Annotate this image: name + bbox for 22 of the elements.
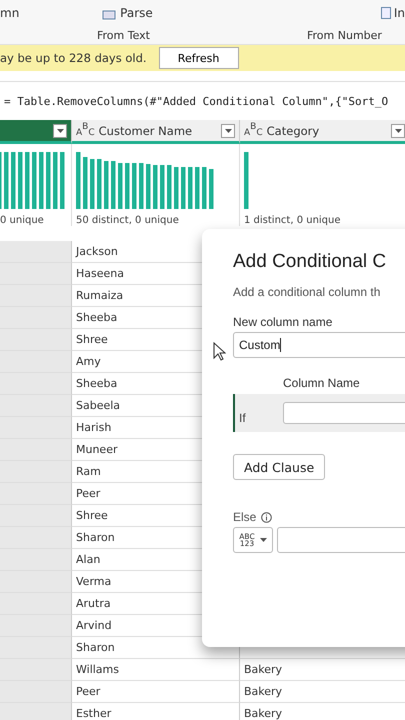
add-clause-button[interactable]: Add Clause	[233, 454, 326, 480]
warning-text: ay be up to 228 days old.	[0, 51, 147, 65]
ribbon-group-label: From Text	[97, 28, 151, 42]
parse-button[interactable]: Parse	[120, 6, 153, 20]
refresh-button[interactable]: Refresh	[158, 47, 239, 69]
column-profile: 0 unique	[0, 215, 44, 226]
table-cell: Peer	[72, 681, 240, 703]
column-header-label: Column Name	[283, 376, 361, 390]
column-title: Customer Name	[98, 124, 192, 138]
column-name-field[interactable]: Custom	[233, 332, 405, 358]
table-cell: Willams	[72, 659, 240, 681]
if-label: If	[239, 411, 246, 425]
column-header[interactable]: A B C Customer Name	[72, 120, 240, 144]
column-profile: 50 distinct, 0 unique	[76, 215, 179, 226]
ribbon-label[interactable]: mn	[0, 6, 102, 20]
ribbon-label[interactable]: In	[394, 6, 405, 20]
column-profile: 1 distinct, 0 unique	[244, 215, 341, 226]
column-header[interactable]: A B C Category	[240, 120, 405, 144]
ribbon-group-label: From Number	[307, 28, 382, 42]
text-type-icon: A B C	[76, 123, 95, 138]
column-title: Category	[266, 124, 320, 138]
text-type-icon: A B C	[244, 123, 263, 138]
